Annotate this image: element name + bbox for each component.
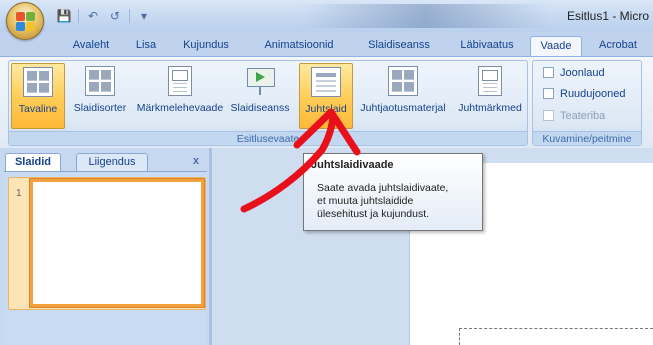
ruler-label: Joonlaud (560, 67, 605, 79)
checkbox-box (543, 88, 554, 99)
quick-access-toolbar: 💾 ↶ ↺ ▾ (56, 7, 152, 25)
handout-master-icon (388, 66, 418, 96)
checkbox-box (543, 67, 554, 78)
undo-icon[interactable]: ↶ (85, 8, 101, 24)
slide-sorter-button[interactable]: Slaidisorter (67, 63, 133, 129)
group-show-hide: Joonlaud Ruudujooned Teateriba Kuvamine/… (532, 60, 642, 146)
qat-separator (129, 9, 130, 23)
slide-master-button[interactable]: Juhtslaid (299, 63, 353, 129)
qat-separator (78, 9, 79, 23)
slide-show-label: Slaidiseanss (230, 102, 290, 114)
slide-sorter-label: Slaidisorter (73, 102, 127, 114)
close-icon[interactable]: x (193, 155, 199, 167)
customize-qat-icon[interactable]: ▾ (136, 8, 152, 24)
slide-number: 1 (16, 188, 22, 199)
normal-view-button[interactable]: Tavaline (11, 63, 65, 129)
content-placeholder[interactable] (459, 328, 653, 345)
gridlines-label: Ruudujooned (560, 88, 626, 100)
slide-master-icon (311, 67, 341, 97)
tab-outline[interactable]: Liigendus (76, 153, 148, 171)
gridlines-checkbox[interactable]: Ruudujooned (543, 88, 625, 106)
tab-animatsioonid[interactable]: Animatsioonid (250, 36, 348, 56)
tab-lisa[interactable]: Lisa (128, 36, 164, 56)
slide-sorter-icon (85, 66, 115, 96)
notes-page-label: Märkmelehevaade (136, 102, 224, 114)
checkbox-box (543, 110, 554, 121)
tab-labivaatus[interactable]: Läbivaatus (448, 36, 526, 56)
normal-view-label: Tavaline (18, 103, 58, 115)
tooltip-line: ülesehitust ja kujundust. (317, 208, 430, 220)
slide-show-button[interactable]: Slaidiseanss (227, 63, 293, 129)
title-bar: 💾 ↶ ↺ ▾ Esitlus1 - Micro (0, 0, 653, 32)
slide-thumbnail[interactable] (30, 179, 204, 307)
notes-master-button[interactable]: Juhtmärkmed (453, 63, 527, 129)
ribbon: Tavaline Slaidisorter Märkmelehevaade Sl… (0, 56, 653, 148)
office-button[interactable] (6, 2, 44, 40)
tooltip-line: et muuta juhtslaidide (317, 195, 414, 207)
tab-vaade[interactable]: Vaade (530, 36, 582, 56)
slides-pane: Slaidid Liigendus x 1 (0, 148, 212, 345)
save-icon[interactable]: 💾 (56, 8, 72, 24)
tab-acrobat[interactable]: Acrobat (590, 36, 646, 56)
notes-page-icon (168, 66, 192, 96)
tooltip: Juhtslaidivaade Saate avada juhtslaidiva… (303, 153, 483, 231)
title-bar-shade (300, 4, 550, 28)
handout-master-button[interactable]: Juhtjaotusmaterjal (355, 63, 451, 129)
message-bar-label: Teateriba (560, 110, 606, 122)
slide-master-label: Juhtslaid (305, 103, 347, 115)
ruler-checkbox[interactable]: Joonlaud (543, 67, 605, 85)
message-bar-checkbox: Teateriba (543, 110, 605, 128)
tab-slides[interactable]: Slaidid (5, 153, 61, 171)
ribbon-tabs: Avaleht Lisa Kujundus Animatsioonid Slai… (0, 32, 653, 56)
tab-avaleht[interactable]: Avaleht (62, 36, 120, 56)
group-presentation-views: Tavaline Slaidisorter Märkmelehevaade Sl… (8, 60, 528, 146)
redo-icon[interactable]: ↺ (107, 8, 123, 24)
tooltip-line: Saate avada juhtslaidivaate, (317, 182, 449, 194)
handout-master-label: Juhtjaotusmaterjal (360, 102, 446, 114)
tab-kujundus[interactable]: Kujundus (174, 36, 238, 56)
slide-show-icon (245, 66, 275, 96)
group-label-show-hide: Kuvamine/peitmine (533, 131, 641, 145)
group-label-presentation-views: Esitlusevaate (9, 131, 527, 145)
notes-master-label: Juhtmärkmed (458, 102, 522, 114)
window-title: Esitlus1 - Micro (566, 9, 649, 23)
tab-slaidiseanss[interactable]: Slaidiseanss (358, 36, 440, 56)
notes-master-icon (478, 66, 502, 96)
office-logo-icon (16, 12, 36, 32)
tooltip-title: Juhtslaidivaade (311, 159, 394, 171)
notes-page-button[interactable]: Märkmelehevaade (135, 63, 225, 129)
normal-view-icon (23, 67, 53, 97)
